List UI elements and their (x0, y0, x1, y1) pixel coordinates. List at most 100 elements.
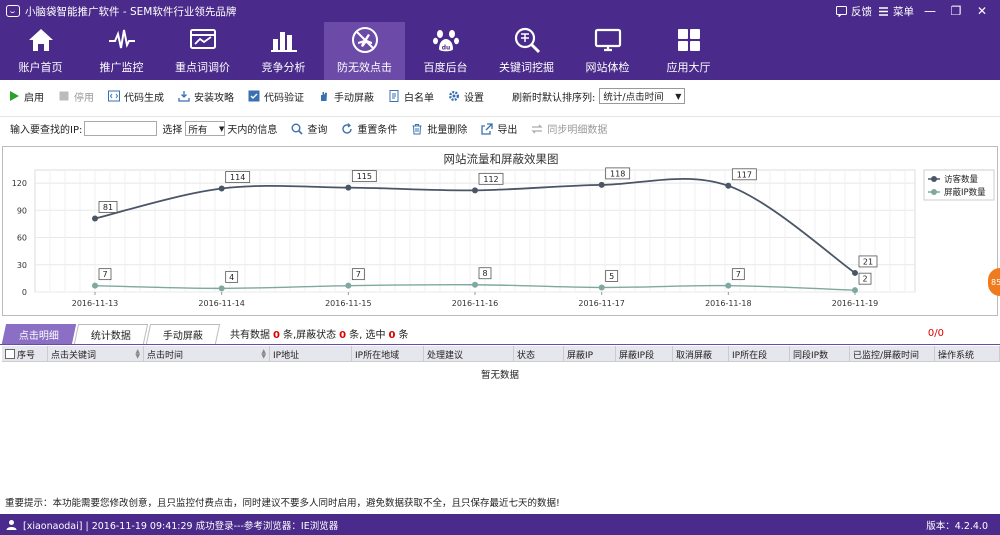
data-label: 21 (863, 257, 873, 266)
settings-label: 设置 (464, 92, 484, 104)
verify-code-button[interactable]: 代码验证 (248, 89, 304, 104)
total-count: 0 (273, 330, 280, 341)
no-plane-icon (351, 27, 378, 53)
sort-arrows-icon[interactable]: ▲ ▼ (135, 349, 140, 360)
blocked-count: 0 (339, 330, 347, 341)
minimize-button[interactable]: — (920, 4, 940, 18)
manual-block-button[interactable]: 手动屏蔽 (318, 89, 374, 104)
reset-button[interactable]: 重置条件 (341, 121, 397, 136)
query-button[interactable]: 查询 (291, 121, 327, 136)
column-header[interactable]: 取消屏蔽 (673, 346, 729, 362)
column-header[interactable]: 处理建议 (424, 346, 514, 362)
y-tick-label: 60 (17, 234, 27, 243)
menu-button[interactable]: 菜单 (878, 4, 914, 19)
data-point (852, 269, 858, 276)
batch-delete-button[interactable]: 批量删除 (411, 121, 467, 136)
column-header[interactable]: 同段IP数 (790, 346, 850, 362)
data-label: 7 (356, 270, 361, 279)
column-header[interactable]: 操作系统 (935, 346, 1000, 362)
nav-item-anti-fraud[interactable]: 防无效点击 (324, 22, 405, 80)
settings-button[interactable]: 设置 (448, 89, 484, 104)
nav-label: 百度后台 (423, 61, 468, 74)
data-point (852, 287, 858, 294)
page-counter: 0/0 (927, 328, 944, 339)
data-label: 115 (357, 172, 372, 181)
x-tick-label: 2016-11-15 (325, 299, 372, 308)
disable-button[interactable]: 停用 (58, 89, 94, 104)
download-icon (178, 91, 190, 102)
generate-code-button[interactable]: 代码生成 (108, 89, 164, 104)
chart-legend: 访客数量屏蔽IP数量 (923, 169, 995, 201)
svg-text:du: du (441, 45, 450, 52)
export-button[interactable]: 导出 (481, 121, 517, 136)
nav-item-bid[interactable]: 重点词调价 (162, 22, 243, 80)
nav-item-competition[interactable]: 竞争分析 (243, 22, 324, 80)
data-label: 117 (737, 170, 752, 179)
whitelist-button[interactable]: 白名单 (388, 89, 434, 104)
nav-item-keyword-mining[interactable]: 关键词挖掘 (486, 22, 567, 80)
table-header: 序号 点击关键词 ▲ ▼ 点击时间 ▲ ▼ IP地址 IP所在地域 处理建议 状态 屏蔽IP 屏蔽IP段… (2, 346, 1000, 362)
tab-click-details[interactable]: 点击明细 (1, 324, 77, 344)
status-text: [xiaonaodai] | 2016-11-19 09:41:29 成功登录-… (23, 520, 339, 532)
nav-item-monitor[interactable]: 推广监控 (81, 22, 162, 80)
nav-item-site-check[interactable]: 网站体检 (567, 22, 648, 80)
data-label: 112 (483, 175, 498, 184)
ip-search-input[interactable] (84, 121, 158, 136)
baidu-paw-icon: du (432, 30, 459, 52)
column-header[interactable]: 屏蔽IP (564, 346, 616, 362)
install-guide-button[interactable]: 安装攻略 (178, 89, 234, 104)
legend-swatch-dot (931, 176, 937, 182)
restore-button[interactable]: ❐ (946, 4, 966, 18)
menu-label: 菜单 (893, 5, 914, 18)
menu-icon (879, 6, 888, 16)
column-header[interactable]: IP所在段 (729, 346, 790, 362)
status-bar: [xiaonaodai] | 2016-11-19 09:41:29 成功登录-… (0, 514, 1000, 535)
user-icon (6, 520, 17, 530)
day-range-select[interactable]: 所有 ▼ (185, 121, 226, 136)
column-header[interactable]: 屏蔽IP段 (616, 346, 673, 362)
column-header-label: 操作系统 (938, 350, 975, 361)
nav-label: 应用大厅 (666, 61, 711, 74)
batch-delete-label: 批量删除 (427, 125, 468, 136)
monitor-icon (594, 28, 621, 52)
column-header[interactable]: 点击关键词 ▲ ▼ (48, 346, 144, 362)
sort-select[interactable]: 统计/点击时间 ▼ (599, 88, 686, 104)
nav-item-baidu[interactable]: du 百度后台 (405, 22, 486, 80)
sync-details-button[interactable]: 同步明细数据 (531, 121, 607, 136)
feedback-button[interactable]: 反馈 (836, 4, 872, 19)
sync-icon (531, 124, 543, 133)
refresh-icon (342, 122, 353, 134)
feedback-icon (836, 5, 847, 17)
chevron-down-icon: ▼ (218, 124, 225, 133)
nav-item-app-hall[interactable]: 应用大厅 (648, 22, 729, 80)
column-header[interactable]: IP地址 (270, 346, 352, 362)
bar-chart-icon (270, 32, 297, 52)
close-button[interactable]: ✕ (972, 4, 992, 18)
tab-statistics[interactable]: 统计数据 (73, 324, 149, 344)
column-header[interactable]: 状态 (514, 346, 564, 362)
enable-button[interactable]: 启用 (8, 89, 44, 104)
column-header[interactable]: 已监控/屏蔽时间 (850, 346, 935, 362)
home-icon (28, 29, 53, 51)
tab-label: 手动屏蔽 (162, 331, 203, 342)
data-label: 2 (862, 275, 867, 284)
day-range-value: 所有 (188, 124, 208, 136)
tab-manual-block[interactable]: 手动屏蔽 (145, 324, 221, 344)
data-label: 4 (229, 273, 234, 282)
y-tick-label: 0 (22, 288, 27, 297)
nav-label: 账户首页 (18, 61, 63, 74)
pulse-icon (108, 29, 135, 49)
sort-arrows-icon[interactable]: ▲ ▼ (261, 349, 266, 360)
column-header-label: 同段IP数 (793, 350, 829, 361)
legend-label: 访客数量 (944, 174, 979, 185)
column-header[interactable]: 序号 (2, 346, 48, 362)
nav-item-home[interactable]: 账户首页 (0, 22, 81, 80)
column-header-label: IP地址 (273, 350, 300, 361)
column-header[interactable]: 点击时间 ▲ ▼ (144, 346, 270, 362)
column-header[interactable]: IP所在地域 (352, 346, 424, 362)
document-icon (389, 90, 399, 102)
data-label: 5 (609, 272, 614, 281)
stats-text: 共有数据 (230, 330, 270, 341)
x-tick-label: 2016-11-18 (705, 299, 752, 308)
select-all-checkbox[interactable] (5, 349, 15, 359)
